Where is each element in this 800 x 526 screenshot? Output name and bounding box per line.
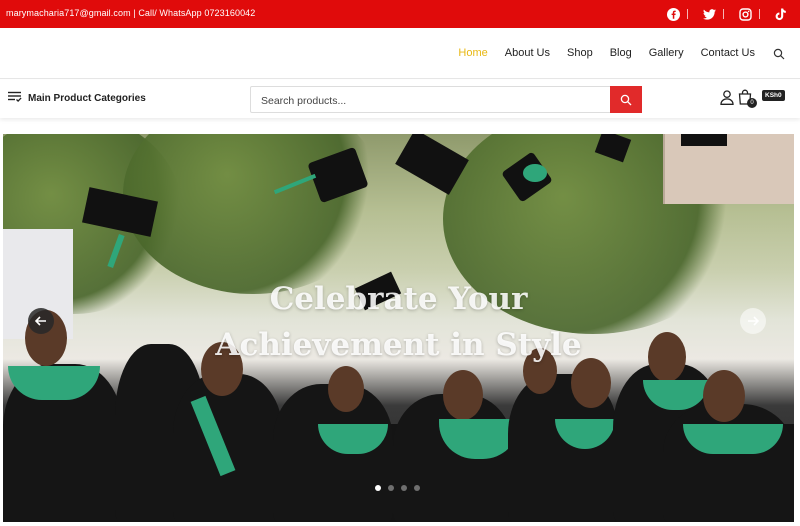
- graduate: [663, 404, 794, 522]
- social-links: [666, 7, 788, 21]
- search-icon[interactable]: [773, 47, 785, 60]
- nav-item-contact-us[interactable]: Contact Us: [701, 47, 755, 59]
- slider-dot[interactable]: [414, 485, 420, 491]
- slider-dot[interactable]: [388, 485, 394, 491]
- search-input[interactable]: Search products...: [261, 95, 346, 107]
- search-icon: [620, 94, 632, 105]
- top-bar: marymacharia717@gmail.com | Call/ WhatsA…: [0, 0, 800, 28]
- nav-menu: Home About Us Shop Blog Gallery Contact …: [458, 47, 755, 59]
- category-search-bar: Main Product Categories Search products.…: [0, 80, 800, 118]
- product-search: Search products...: [250, 86, 642, 113]
- cart-total[interactable]: KSh0: [762, 90, 785, 101]
- graduate-face: [703, 370, 745, 422]
- nav-item-gallery[interactable]: Gallery: [649, 47, 684, 59]
- divider: [687, 9, 688, 19]
- main-navbar: Home About Us Shop Blog Gallery Contact …: [0, 28, 800, 79]
- graduation-cap: [681, 134, 727, 146]
- categories-label: Main Product Categories: [28, 93, 146, 104]
- slider-dot[interactable]: [375, 485, 381, 491]
- menu-list-icon: [8, 91, 22, 106]
- hero-title-line-2: Achievement in Style: [215, 327, 582, 363]
- tiktok-icon[interactable]: [774, 7, 788, 21]
- slider-dot[interactable]: [401, 485, 407, 491]
- slider-prev-button[interactable]: [28, 308, 54, 334]
- hero-title-line-1: Celebrate Your: [269, 281, 528, 317]
- hero-title: Celebrate Your Achievement in Style: [3, 276, 794, 368]
- graduate: [173, 374, 283, 522]
- cap-tassel: [523, 164, 547, 182]
- nav-item-shop[interactable]: Shop: [567, 47, 593, 59]
- search-button[interactable]: [610, 86, 642, 113]
- divider: [723, 9, 724, 19]
- hero-slider: Celebrate Your Achievement in Style: [3, 134, 794, 522]
- instagram-icon[interactable]: [738, 7, 752, 21]
- nav-item-about-us[interactable]: About Us: [505, 47, 550, 59]
- arrow-right-icon: [748, 316, 759, 326]
- green-stole: [683, 424, 783, 454]
- slider-pagination: [375, 485, 420, 491]
- cart-count-badge: 0: [747, 98, 757, 108]
- graduate-face: [328, 366, 364, 412]
- main-categories-toggle[interactable]: Main Product Categories: [8, 91, 146, 106]
- nav-item-home[interactable]: Home: [458, 47, 487, 59]
- graduate-face: [443, 370, 483, 420]
- divider: [759, 9, 760, 19]
- slider-next-button[interactable]: [740, 308, 766, 334]
- facebook-icon[interactable]: [666, 7, 680, 21]
- contact-info: marymacharia717@gmail.com | Call/ WhatsA…: [6, 8, 256, 18]
- twitter-icon[interactable]: [702, 7, 716, 21]
- nav-item-blog[interactable]: Blog: [610, 47, 632, 59]
- user-account-icon[interactable]: [720, 90, 734, 110]
- arrow-left-icon: [35, 316, 46, 326]
